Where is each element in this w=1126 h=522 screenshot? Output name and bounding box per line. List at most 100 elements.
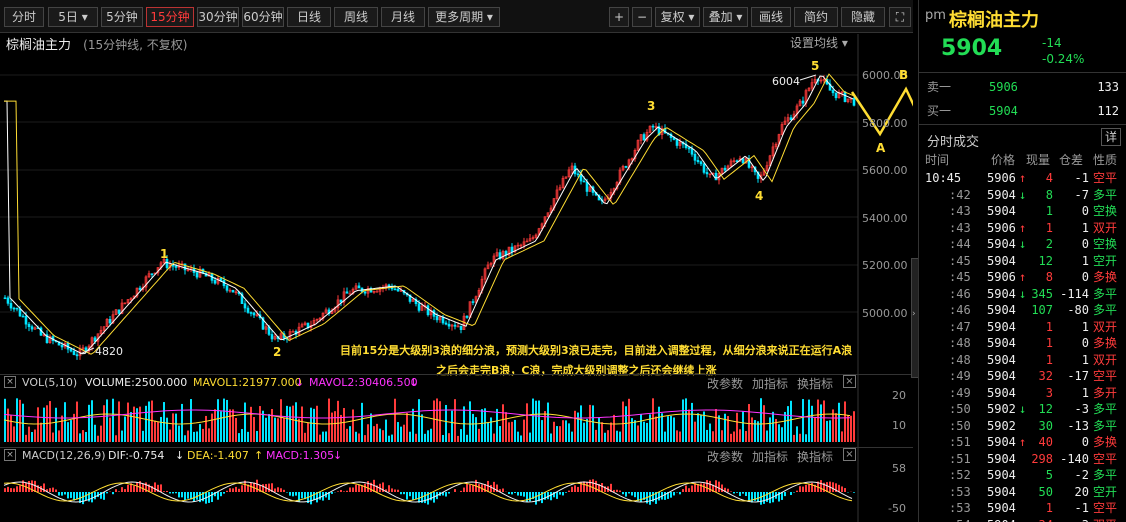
period-tab-week[interactable]: 周线 xyxy=(334,7,378,27)
zoom-out-button[interactable]: − xyxy=(632,7,652,27)
candle xyxy=(363,291,367,294)
volume-bar xyxy=(706,429,708,442)
macd-histogram-bar xyxy=(595,480,597,492)
volume-bar xyxy=(211,413,213,442)
vol-switch-indicator-button[interactable]: 换指标 xyxy=(797,375,833,392)
period-tab-5min[interactable]: 5分钟 xyxy=(101,7,143,27)
macd-histogram-bar xyxy=(142,483,144,492)
volume-bar xyxy=(100,425,102,442)
volume-bar xyxy=(151,400,153,442)
macd-histogram-bar xyxy=(628,492,630,494)
trade-nature: 空换 xyxy=(1093,237,1118,251)
volume-bar xyxy=(208,428,210,442)
candle xyxy=(75,354,79,357)
detail-button[interactable]: 详 xyxy=(1101,128,1121,146)
volume-bar xyxy=(439,401,441,442)
candle xyxy=(171,264,175,267)
macd-add-indicator-button[interactable]: 加指标 xyxy=(752,448,788,465)
trade-time: :42 xyxy=(949,187,971,202)
candle xyxy=(582,180,586,183)
period-tab-30min[interactable]: 30分钟 xyxy=(197,7,239,27)
macd-histogram-bar xyxy=(70,492,72,498)
volume-bar xyxy=(295,402,297,442)
period-tab-60min[interactable]: 60分钟 xyxy=(242,7,284,27)
macd-switch-indicator-button[interactable]: 换指标 xyxy=(797,448,833,465)
period-tab-15min[interactable]: 15分钟 xyxy=(146,7,194,27)
macd-histogram-bar xyxy=(691,485,693,492)
more-periods-dropdown[interactable]: 更多周期 ▾ xyxy=(428,7,500,27)
macd-histogram-bar xyxy=(622,492,624,495)
volume-bar xyxy=(187,430,189,442)
volume-bar xyxy=(481,409,483,442)
volume-bar xyxy=(742,411,744,442)
volume-bar xyxy=(604,432,606,442)
dif-value: DIF:-0.754 xyxy=(108,449,165,462)
macd-histogram-bar xyxy=(763,492,765,504)
trade-row: :44 5904 ↓ 2 0 空换 xyxy=(919,236,1126,253)
macd-histogram-bar xyxy=(256,479,258,492)
quote-prefix: pm xyxy=(925,8,946,23)
vol-add-indicator-button[interactable]: 加指标 xyxy=(752,375,788,392)
volume-bar xyxy=(511,421,513,442)
close-icon[interactable]: × xyxy=(843,448,856,461)
simple-mode-button[interactable]: 简约 xyxy=(794,7,838,27)
arrow-down-icon: ↓ xyxy=(1019,187,1027,202)
period-tab-5day[interactable]: 5日 ▾ xyxy=(48,7,98,27)
macd-histogram-bar xyxy=(49,488,51,492)
volume-bar xyxy=(49,401,51,442)
hide-button[interactable]: 隐藏 xyxy=(841,7,885,27)
macd-histogram-bar xyxy=(112,492,114,495)
trade-position-delta: -1 xyxy=(1074,501,1089,515)
adjust-rights-dropdown[interactable]: 复权 ▾ xyxy=(655,7,700,27)
trade-price: 5904 xyxy=(987,501,1016,515)
draw-line-button[interactable]: 画线 xyxy=(751,7,791,27)
volume-bar xyxy=(616,430,618,442)
macd-edit-params-button[interactable]: 改参数 xyxy=(707,448,743,465)
macd-histogram-bar xyxy=(175,492,177,494)
macd-histogram-bar xyxy=(517,492,519,496)
adjust-label: 复权 xyxy=(660,10,685,24)
volume-bar xyxy=(205,415,207,442)
trade-time: :44 xyxy=(949,237,971,251)
period-tab-day[interactable]: 日线 xyxy=(287,7,331,27)
candle xyxy=(834,92,838,99)
vol-edit-params-button[interactable]: 改参数 xyxy=(707,375,743,392)
trade-row: :46 5904 107 -80 多平 xyxy=(919,302,1126,319)
macd-histogram-bar xyxy=(520,492,522,496)
bid-volume: 112 xyxy=(1097,104,1119,118)
maximize-icon[interactable]: ⛶ xyxy=(889,7,911,27)
close-icon[interactable]: × xyxy=(843,375,856,388)
trade-row: :43 5906 ↑ 1 1 双开 xyxy=(919,220,1126,237)
candle xyxy=(447,323,451,327)
trade-position-delta: -7 xyxy=(1074,187,1089,202)
overlay-dropdown[interactable]: 叠加 ▾ xyxy=(703,7,748,27)
dea-value: DEA:-1.407 xyxy=(187,449,249,462)
volume-bar xyxy=(625,406,627,442)
volume-bar xyxy=(523,419,525,442)
macd-histogram-bar xyxy=(799,486,801,492)
macd-histogram-bar xyxy=(82,492,84,505)
period-tab-month[interactable]: 月线 xyxy=(381,7,425,27)
macd-histogram-bar xyxy=(67,492,69,499)
macd-histogram-bar xyxy=(469,484,471,492)
macd-histogram-bar xyxy=(343,491,345,492)
volume-bar xyxy=(451,410,453,442)
volume-bar xyxy=(82,430,84,442)
period-tab-intraday[interactable]: 分时 xyxy=(4,7,44,27)
macd-histogram-bar xyxy=(493,481,495,492)
mavol2-value: MAVOL2:30406.500 xyxy=(309,376,418,389)
volume-bar xyxy=(685,398,687,442)
chevron-down-icon: ▾ xyxy=(483,10,493,24)
trade-row: :50 5902 30 -13 多平 xyxy=(919,418,1126,435)
candle xyxy=(576,173,580,176)
trade-row: :53 5904 1 -1 空平 xyxy=(919,500,1126,517)
candle xyxy=(696,160,700,163)
zoom-in-button[interactable]: + xyxy=(609,7,629,27)
arrow-up-icon: ↑ xyxy=(1019,270,1027,284)
volume-bar xyxy=(109,417,111,442)
collapse-icon[interactable]: × xyxy=(4,449,16,461)
collapse-icon[interactable]: × xyxy=(4,376,16,388)
volume-bar xyxy=(655,416,657,442)
trade-time: 10:45 xyxy=(925,171,962,185)
volume-bar xyxy=(838,402,840,442)
